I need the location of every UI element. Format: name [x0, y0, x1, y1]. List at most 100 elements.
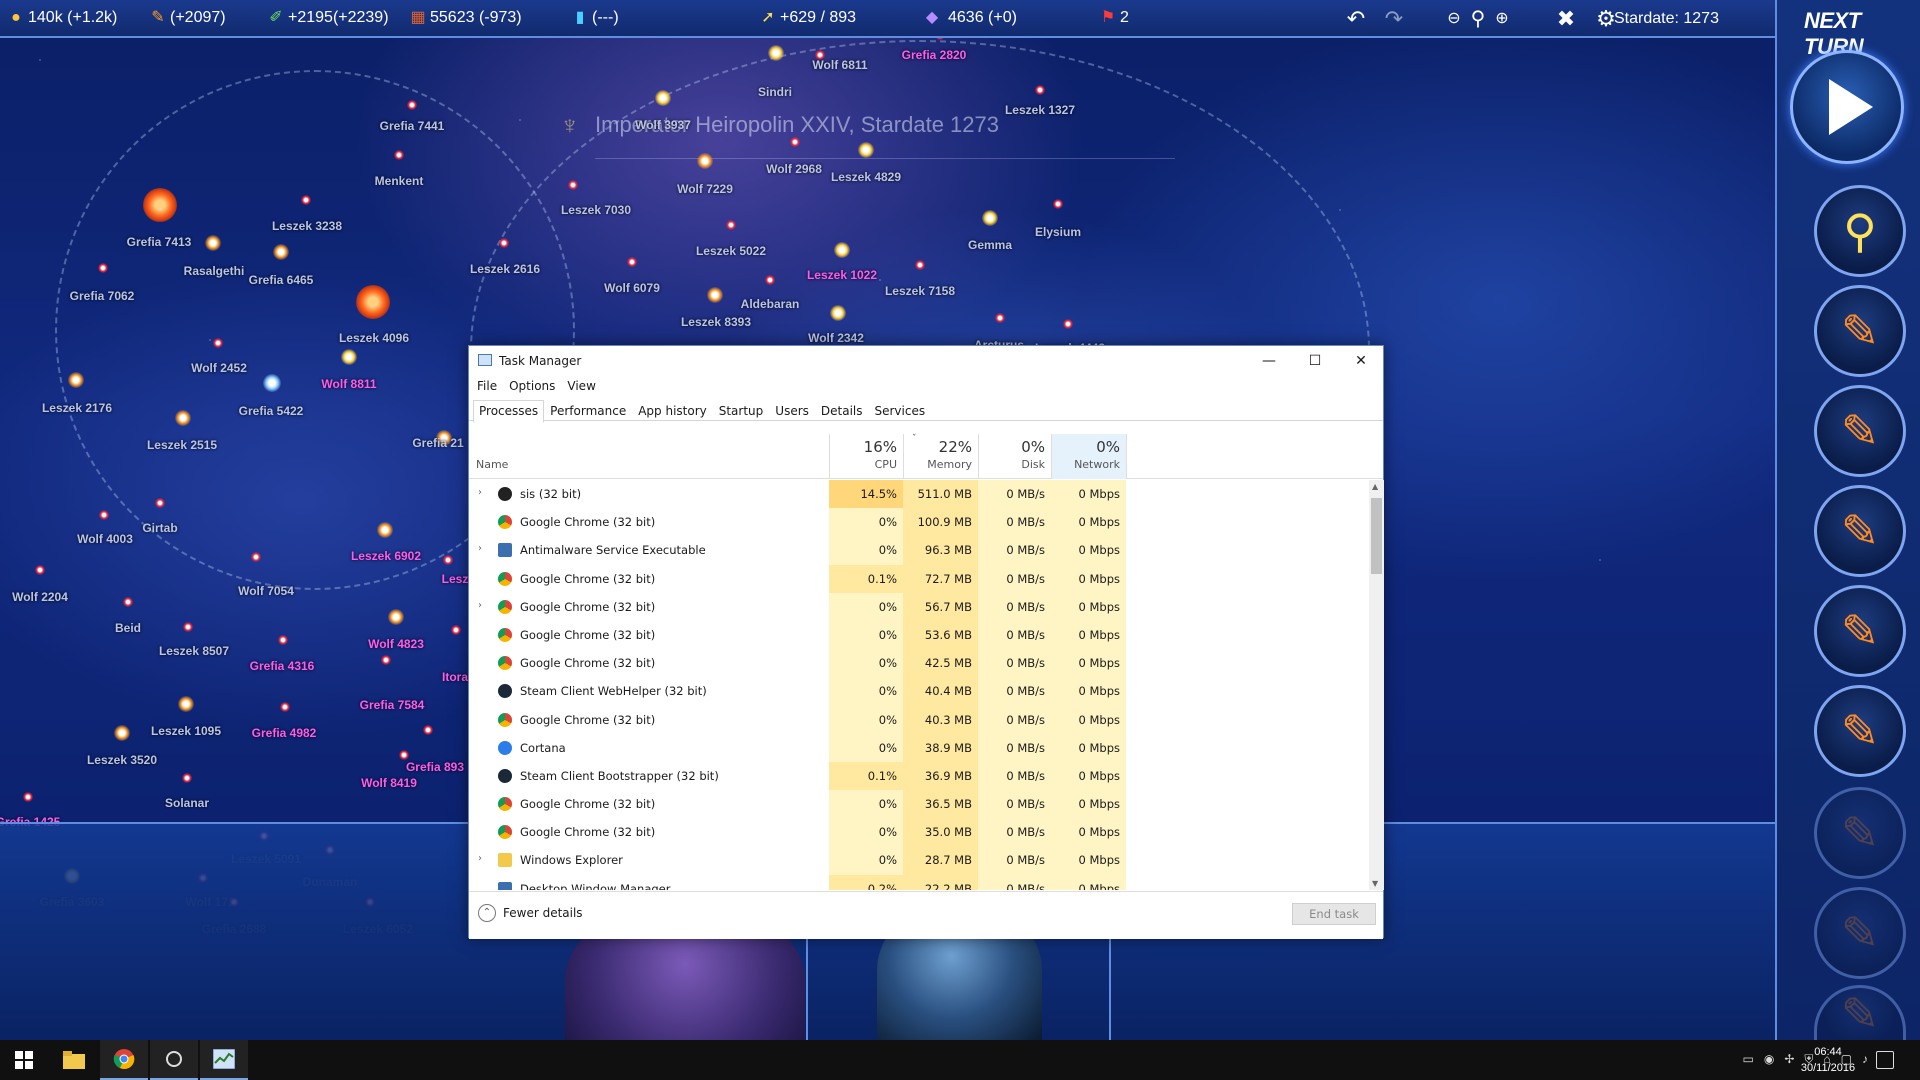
taskbar-clock[interactable]: 06:44 30/11/2016	[1800, 1044, 1856, 1076]
research-resource[interactable]: ✐ +2195(+2239)	[268, 8, 388, 28]
system-label[interactable]: Leszek 7030	[561, 203, 631, 217]
system-label[interactable]: Wolf 6811	[812, 58, 867, 72]
system-label[interactable]: Leszek 4829	[831, 170, 901, 184]
process-row[interactable]: Google Chrome (32 bit) 0% 36.5 MB 0 MB/s 0 M…	[469, 790, 1369, 819]
system-label[interactable]: Wolf 7054	[238, 584, 294, 598]
star-icon[interactable]	[707, 287, 723, 303]
star-icon[interactable]	[182, 773, 192, 783]
undo-icon[interactable]: ↶	[1343, 6, 1369, 32]
end-task-button[interactable]: End task	[1292, 903, 1376, 925]
star-icon[interactable]	[356, 285, 390, 319]
star-icon[interactable]	[381, 655, 391, 665]
system-label[interactable]: Wolf 4003	[77, 532, 133, 546]
system-label[interactable]: Beid	[115, 621, 141, 635]
star-icon[interactable]	[251, 552, 261, 562]
system-label[interactable]: Sindri	[758, 85, 792, 99]
process-row[interactable]: Cortana 0% 38.9 MB 0 MB/s 0 Mbps	[469, 733, 1369, 762]
next-turn-button[interactable]	[1790, 50, 1904, 164]
taskbar-chrome[interactable]	[100, 1040, 148, 1080]
star-icon[interactable]	[726, 220, 736, 230]
redo-icon[interactable]: ↷	[1381, 6, 1407, 32]
memory-column-header[interactable]: ˇ 22% Memory	[903, 434, 978, 479]
system-label[interactable]: Leszek 7158	[885, 284, 955, 298]
system-label[interactable]: Leszek 1095	[151, 724, 221, 738]
star-icon[interactable]	[830, 305, 846, 321]
system-label[interactable]: Menkent	[375, 174, 424, 188]
system-label[interactable]: Elysium	[1035, 225, 1081, 239]
system-label[interactable]: Leszek 6902	[351, 549, 421, 563]
system-label[interactable]: Girtab	[142, 521, 177, 535]
build-queue-button-1[interactable]: ✎	[1814, 285, 1906, 377]
system-label[interactable]: Leszek 8393	[681, 315, 751, 329]
star-icon[interactable]	[423, 725, 433, 735]
star-icon[interactable]	[178, 696, 194, 712]
star-icon[interactable]	[394, 150, 404, 160]
star-icon[interactable]	[407, 100, 417, 110]
taskbar-file-explorer[interactable]	[50, 1040, 98, 1080]
tab-startup[interactable]: Startup	[713, 400, 770, 423]
process-row[interactable]: › Antimalware Service Executable 0% 96.3 MB…	[469, 536, 1369, 565]
build-queue-button-5[interactable]: ✎	[1814, 685, 1906, 777]
system-label[interactable]: Leszek 2616	[470, 262, 540, 276]
process-row[interactable]: Google Chrome (32 bit) 0% 35.0 MB 0 MB/s 0 M…	[469, 818, 1369, 847]
star-icon[interactable]	[499, 238, 509, 248]
scroll-up-icon[interactable]: ▲	[1372, 482, 1378, 491]
star-icon[interactable]	[768, 45, 784, 61]
build-queue-button-3[interactable]: ✎	[1814, 485, 1906, 577]
star-icon[interactable]	[273, 244, 289, 260]
expand-chevron-icon[interactable]: ›	[478, 853, 482, 864]
system-label[interactable]: Grefia 893	[406, 760, 464, 774]
system-label[interactable]: Wolf 2968	[766, 162, 822, 176]
research-button[interactable]: ⚲	[1814, 185, 1906, 277]
star-icon[interactable]	[568, 180, 578, 190]
tab-details[interactable]: Details	[815, 400, 869, 423]
process-row[interactable]: Google Chrome (32 bit) 0% 40.3 MB 0 MB/s 0 M…	[469, 705, 1369, 734]
close-button[interactable]: ✕	[1338, 346, 1384, 376]
star-icon[interactable]	[68, 372, 84, 388]
process-row[interactable]: › Windows Explorer 0% 28.7 MB 0 MB/s 0 Mbps	[469, 846, 1369, 875]
notification-icon[interactable]	[1876, 1051, 1894, 1069]
star-icon[interactable]	[301, 195, 311, 205]
menu-options[interactable]: Options	[509, 379, 555, 393]
star-icon[interactable]	[341, 349, 357, 365]
system-label[interactable]: Grefia 7062	[70, 289, 135, 303]
tab-processes[interactable]: Processes	[473, 400, 545, 423]
tablet-icon[interactable]: ▭	[1743, 1052, 1754, 1067]
star-icon[interactable]	[278, 635, 288, 645]
star-icon[interactable]	[213, 338, 223, 348]
volume-icon[interactable]: ♪	[1862, 1052, 1868, 1067]
system-label[interactable]: Grefia 5422	[239, 404, 304, 418]
system-label[interactable]: Grefia 6465	[249, 273, 314, 287]
process-row[interactable]: Google Chrome (32 bit) 0% 42.5 MB 0 MB/s 0 M…	[469, 649, 1369, 678]
system-label[interactable]: Wolf 6079	[604, 281, 660, 295]
star-icon[interactable]	[399, 750, 409, 760]
process-row[interactable]: Google Chrome (32 bit) 0.1% 72.7 MB 0 MB/s 0…	[469, 564, 1369, 593]
star-icon[interactable]	[655, 90, 671, 106]
tab-services[interactable]: Services	[869, 400, 932, 423]
expand-chevron-icon[interactable]: ›	[478, 600, 482, 611]
build-queue-button-2[interactable]: ✎	[1814, 385, 1906, 477]
expand-chevron-icon[interactable]: ›	[478, 543, 482, 554]
system-label[interactable]: Grefia 7441	[380, 119, 445, 133]
star-icon[interactable]	[982, 210, 998, 226]
process-row[interactable]: Steam Client Bootstrapper (32 bit) 0.1% 36…	[469, 761, 1369, 791]
build-queue-button-4[interactable]: ✎	[1814, 585, 1906, 677]
start-button[interactable]	[0, 1040, 48, 1080]
star-icon[interactable]	[1035, 85, 1045, 95]
taskbar-task-manager[interactable]	[200, 1040, 248, 1080]
network-tray-icon[interactable]: ✢	[1784, 1052, 1794, 1067]
title-bar[interactable]: Task Manager — ☐ ✕	[469, 346, 1383, 376]
vertical-scrollbar[interactable]: ▲ ▼	[1369, 480, 1384, 890]
tab-users[interactable]: Users	[769, 400, 815, 423]
star-icon[interactable]	[915, 260, 925, 270]
build-queue-button-7[interactable]: ✎	[1814, 887, 1906, 979]
star-icon[interactable]	[175, 410, 191, 426]
tab-app-history[interactable]: App history	[632, 400, 713, 423]
star-icon[interactable]	[1053, 199, 1063, 209]
system-label[interactable]: Leszek 2515	[147, 438, 217, 452]
system-label[interactable]: Grefia 21	[412, 436, 463, 450]
chevron-up-icon[interactable]: ⌃	[478, 904, 496, 922]
system-label[interactable]: Gemma	[968, 238, 1012, 252]
diplomacy-resource[interactable]: ◆ 4636 (+0)	[920, 8, 1017, 28]
system-label[interactable]: Leszek 3520	[87, 753, 157, 767]
